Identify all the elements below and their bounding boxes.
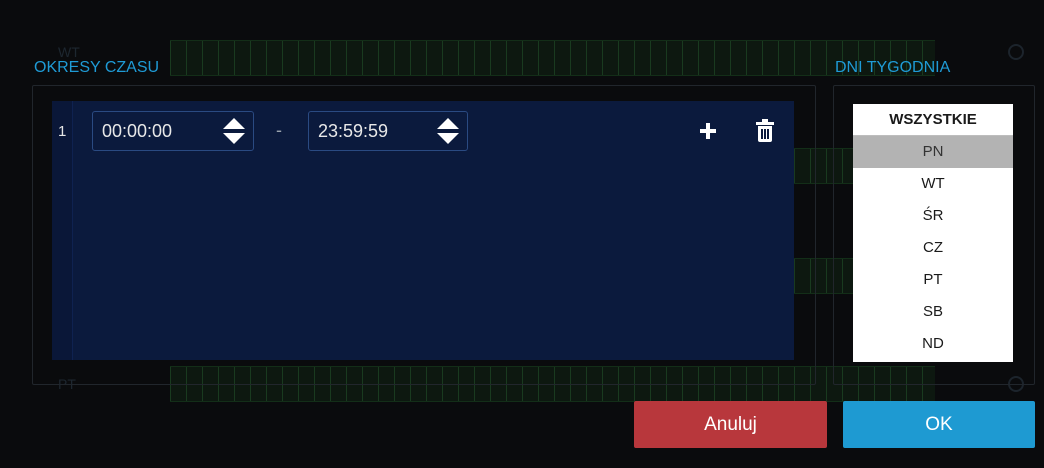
day-item-sb[interactable]: SB (853, 296, 1013, 328)
background-row-1 (170, 40, 935, 76)
day-item-wt[interactable]: WT (853, 168, 1013, 200)
day-item-all[interactable]: WSZYSTKIE (853, 104, 1013, 136)
start-time-field[interactable]: 00:00:00 (92, 111, 254, 151)
background-gear-icon (1008, 44, 1024, 60)
day-item-nd[interactable]: ND (853, 328, 1013, 360)
days-list[interactable]: WSZYSTKIE PN WT ŚR CZ PT SB ND (853, 104, 1013, 362)
day-item-pn[interactable]: PN (853, 136, 1013, 168)
spin-down-icon[interactable] (223, 133, 245, 144)
delete-period-button[interactable] (754, 118, 778, 146)
start-time-spinner[interactable] (221, 118, 247, 146)
start-time-value[interactable]: 00:00:00 (102, 121, 172, 142)
day-item-pt[interactable]: PT (853, 264, 1013, 296)
end-time-value[interactable]: 23:59:59 (318, 121, 388, 142)
day-item-sr[interactable]: ŚR (853, 200, 1013, 232)
time-separator: - (276, 120, 282, 140)
days-title: DNI TYGODNIA (835, 59, 951, 76)
spin-up-icon[interactable] (223, 118, 245, 129)
end-time-spinner[interactable] (435, 118, 461, 146)
add-period-button[interactable] (697, 118, 721, 146)
ok-button[interactable]: OK (843, 401, 1035, 448)
spin-up-icon[interactable] (437, 118, 459, 129)
day-item-cz[interactable]: CZ (853, 232, 1013, 264)
spin-down-icon[interactable] (437, 133, 459, 144)
background-row-label-1: WT (58, 44, 80, 60)
periods-title: OKRESY CZASU (34, 59, 160, 76)
cancel-button[interactable]: Anuluj (634, 401, 827, 448)
end-time-field[interactable]: 23:59:59 (308, 111, 468, 151)
period-row-index: 1 (58, 123, 67, 140)
